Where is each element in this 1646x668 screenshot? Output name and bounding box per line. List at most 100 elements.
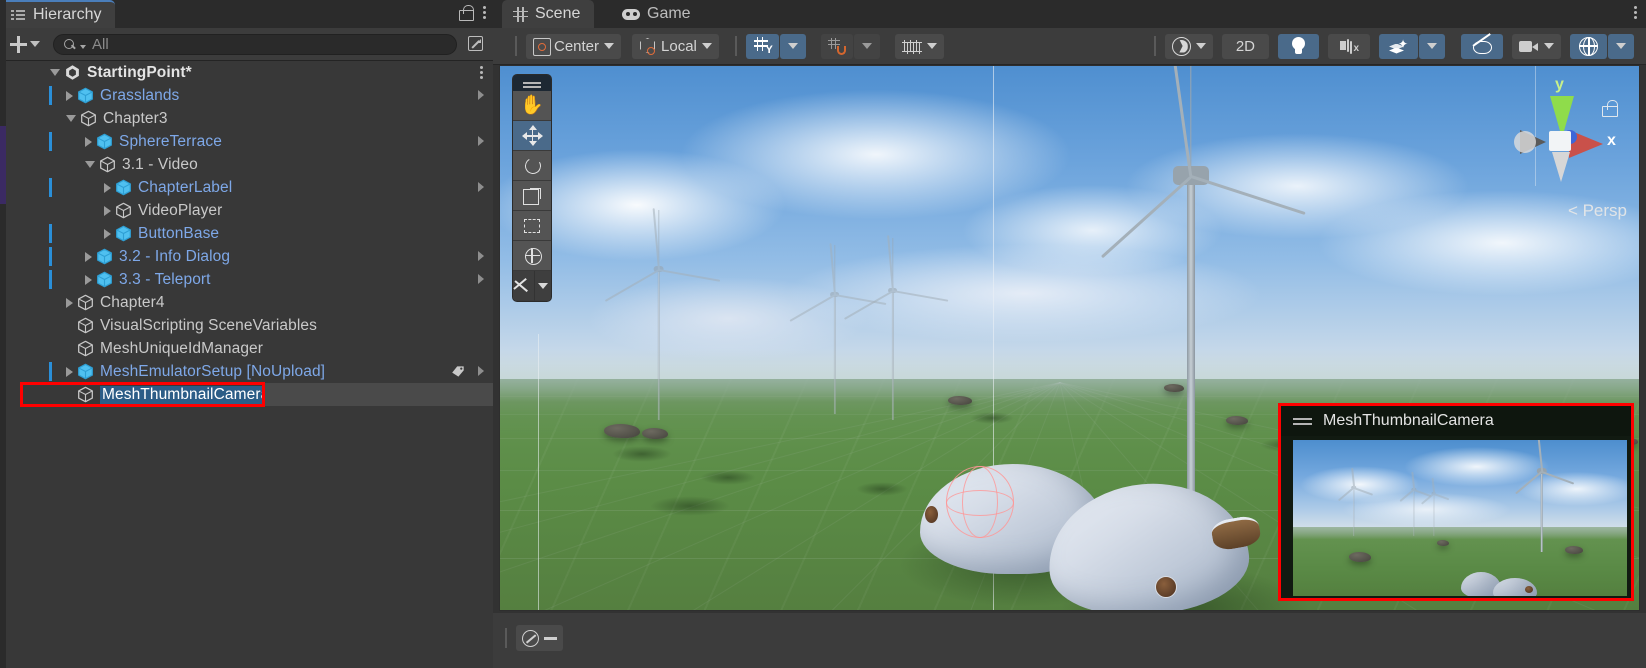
hierarchy-toolbar: All <box>0 28 493 61</box>
shading-mode-button[interactable] <box>1164 33 1213 59</box>
hierarchy-scene-root[interactable]: StartingPoint* <box>0 61 493 84</box>
chevron-right-icon[interactable] <box>85 274 92 285</box>
hierarchy-item-3-3-teleport[interactable]: 3.3 - Teleport <box>0 268 493 291</box>
gizmo-axis-negy-cone[interactable] <box>1552 152 1570 182</box>
chevron-right-icon[interactable] <box>85 136 92 147</box>
search-input[interactable]: All <box>53 33 457 55</box>
scene-lighting-button[interactable] <box>1278 33 1319 59</box>
gizmo-lock-icon[interactable] <box>1602 100 1618 117</box>
chevron-right-icon[interactable] <box>104 182 111 193</box>
chevron-right-icon[interactable] <box>478 182 484 192</box>
chevron-right-icon[interactable] <box>66 297 73 308</box>
gizmos-dropdown[interactable] <box>1608 33 1634 59</box>
kebab-menu-icon[interactable] <box>480 65 484 81</box>
snap-dropdown[interactable] <box>853 33 880 59</box>
chevron-down-icon[interactable] <box>50 69 60 76</box>
ground-shadow <box>856 482 908 496</box>
move-tool[interactable] <box>513 121 551 151</box>
hierarchy-item-chapterlabel[interactable]: ChapterLabel <box>0 176 493 199</box>
chevron-right-icon[interactable] <box>104 228 111 239</box>
custom-tools-button[interactable] <box>513 271 535 301</box>
hierarchy-item-3-1-video[interactable]: 3.1 - Video <box>0 153 493 176</box>
chevron-right-icon[interactable] <box>478 136 484 146</box>
scale-icon <box>523 187 541 205</box>
chevron-down-icon[interactable] <box>66 115 76 122</box>
scene-effects-dropdown[interactable] <box>1419 33 1445 59</box>
chevron-right-icon[interactable] <box>66 90 73 101</box>
gizmos-button[interactable] <box>1570 33 1607 59</box>
hierarchy-item-chapter4[interactable]: Chapter4 <box>0 291 493 314</box>
prefab-indicator-bar <box>49 86 52 105</box>
grid-axis-dropdown[interactable] <box>779 33 806 59</box>
scene-camera-button[interactable] <box>1512 33 1561 59</box>
hierarchy-item-videoplayer[interactable]: VideoPlayer <box>0 199 493 222</box>
custom-tools-dropdown[interactable] <box>535 271 551 301</box>
chevron-right-icon[interactable] <box>85 251 92 262</box>
lock-icon[interactable] <box>459 5 474 21</box>
grid-axis-button[interactable]: Y <box>745 33 779 59</box>
sky-backdrop <box>500 66 1639 382</box>
hierarchy-tabbar: Hierarchy <box>0 0 493 28</box>
handle-space-button[interactable]: Local <box>632 33 719 59</box>
chevron-right-icon[interactable] <box>478 366 484 376</box>
hierarchy-item-sphereterrace[interactable]: SphereTerrace <box>0 130 493 153</box>
chevron-down-icon[interactable] <box>85 161 95 168</box>
rect-tool[interactable] <box>513 211 551 241</box>
chevron-right-icon[interactable] <box>478 274 484 284</box>
add-gameobject-button[interactable] <box>6 35 44 53</box>
transform-tool[interactable] <box>513 241 551 271</box>
turbine-tower <box>891 292 894 420</box>
chevron-right-icon[interactable] <box>478 90 484 100</box>
hierarchy-item-buttonbase[interactable]: ButtonBase <box>0 222 493 245</box>
chevron-right-icon[interactable] <box>66 366 73 377</box>
preview-rock <box>1349 552 1371 562</box>
move-icon <box>521 125 543 146</box>
gizmo-axis-x-label: x <box>1607 132 1616 149</box>
hierarchy-item-meshemulatorsetup-noupload[interactable]: MeshEmulatorSetup [NoUpload] <box>0 360 493 383</box>
orientation-button[interactable] <box>516 625 563 651</box>
hierarchy-item-meshthumbnailcamera[interactable]: MeshThumbnailCamera <box>0 382 493 407</box>
gizmo-axis-negx-ball[interactable] <box>1514 131 1536 153</box>
pivot-mode-button[interactable]: Center <box>526 33 622 59</box>
tab-hierarchy[interactable]: Hierarchy <box>0 0 116 28</box>
gameobject-icon <box>77 386 94 403</box>
hidden-objects-button[interactable] <box>1461 33 1503 59</box>
snap-toggle-button[interactable] <box>820 33 853 59</box>
gizmo-axis-y-label: y <box>1555 76 1564 93</box>
scene-viewport[interactable]: ✋ y x < Persp MeshThumbnailCamera <box>499 65 1640 611</box>
hierarchy-item-grasslands[interactable]: Grasslands <box>0 84 493 107</box>
hand-tool[interactable]: ✋ <box>513 91 551 121</box>
chevron-right-icon[interactable] <box>478 251 484 261</box>
kebab-menu-icon[interactable] <box>1634 5 1638 21</box>
sort-icon[interactable] <box>465 33 487 55</box>
scene-lighting-icon <box>1291 37 1306 55</box>
scene-audio-button[interactable]: x <box>1328 33 1370 59</box>
tab-scene[interactable]: Scene <box>502 0 595 28</box>
hierarchy-item-label: Chapter4 <box>100 293 165 311</box>
hierarchy-item-chapter3[interactable]: Chapter3 <box>0 107 493 130</box>
scale-tool[interactable] <box>513 181 551 211</box>
chevron-right-icon[interactable] <box>104 205 111 216</box>
scene-effects-button[interactable]: ✦ <box>1379 33 1418 59</box>
tab-game[interactable]: Game <box>611 0 705 28</box>
drag-handle-icon[interactable] <box>1293 417 1312 420</box>
ground-shadow <box>970 412 1014 424</box>
scene-view-gizmo[interactable]: y x <box>1501 76 1621 203</box>
gizmo-center-cube[interactable] <box>1549 131 1571 151</box>
kebab-menu-icon[interactable] <box>483 5 487 21</box>
gameobject-icon <box>77 340 94 357</box>
scene-tools-palette[interactable]: ✋ <box>512 74 552 302</box>
preview-dome-opening <box>1525 586 1533 593</box>
handle-local-icon <box>639 38 656 55</box>
camera-preview-panel[interactable]: MeshThumbnailCamera <box>1278 403 1634 601</box>
hierarchy-item-3-2-info-dialog[interactable]: 3.2 - Info Dialog <box>0 245 493 268</box>
tab-hierarchy-label: Hierarchy <box>33 6 102 23</box>
snap-increment-button[interactable] <box>894 33 944 59</box>
rotate-tool[interactable] <box>513 151 551 181</box>
hierarchy-tree[interactable]: StartingPoint* Grasslands Chapter3 SphereTe… <box>0 61 493 668</box>
hierarchy-item-meshuniqueidmanager[interactable]: MeshUniqueIdManager <box>0 337 493 360</box>
drag-handle-icon[interactable] <box>513 75 551 91</box>
view-2d-button[interactable]: 2D <box>1221 33 1269 59</box>
hierarchy-item-visualscripting-scenevariables[interactable]: VisualScripting SceneVariables <box>0 314 493 337</box>
projection-mode-label[interactable]: < Persp <box>1568 201 1627 221</box>
